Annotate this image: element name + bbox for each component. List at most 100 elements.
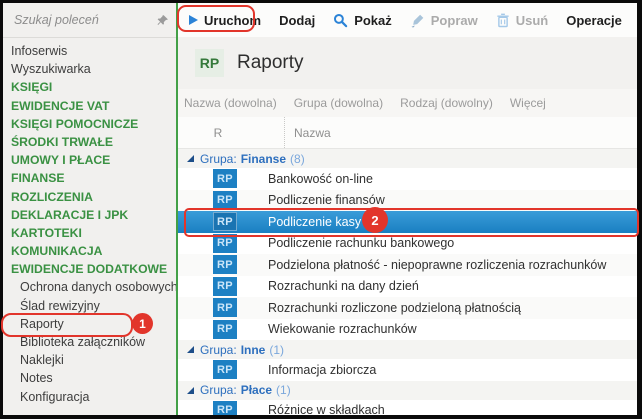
group-count: (1): [276, 383, 291, 397]
group-name: Płace: [240, 383, 273, 397]
report-list: Grupa: Finanse (8) RP Bankowość on-line …: [178, 149, 637, 415]
main-panel: Uruchom Dodaj Pokaż Popraw Usuń Operacje…: [178, 3, 637, 415]
brush-icon: [410, 13, 425, 28]
magnifier-icon: [333, 13, 348, 28]
report-row[interactable]: RP Podzielona płatność - niepoprawne roz…: [178, 254, 637, 276]
report-type-badge: RP: [213, 169, 237, 189]
sidebar-item-finanse[interactable]: FINANSE: [3, 169, 176, 187]
edit-button[interactable]: Popraw: [401, 7, 487, 33]
report-name: Bankowość on-line: [268, 171, 373, 186]
sidebar-item-raporty[interactable]: Raporty: [3, 315, 176, 333]
sidebar-item-ewidencje-vat[interactable]: EWIDENCJE VAT: [3, 97, 176, 115]
app-content: Infoserwis Wyszukiwarka KSIĘGI EWIDENCJE…: [3, 3, 637, 415]
add-button-label: Dodaj: [279, 12, 316, 28]
sidebar-item-naklejki[interactable]: Naklejki: [3, 351, 176, 369]
page-title: Raporty: [237, 52, 304, 73]
filter-type[interactable]: Rodzaj (dowolny): [400, 96, 493, 110]
module-badge: RP: [195, 49, 224, 77]
delete-button[interactable]: Usuń: [487, 7, 558, 33]
report-type-badge: RP: [213, 190, 237, 210]
report-row[interactable]: RP Wiekowanie rozrachunków: [178, 319, 637, 341]
pin-icon[interactable]: [156, 14, 169, 27]
report-row[interactable]: RP Podliczenie rachunku bankowego: [178, 233, 637, 255]
collapse-triangle-icon: [187, 155, 194, 162]
group-count: (1): [269, 342, 285, 357]
collapse-triangle-icon: [187, 346, 194, 353]
sidebar-item-wyszukiwarka[interactable]: Wyszukiwarka: [3, 60, 176, 78]
report-name: Podliczenie rachunku bankowego: [268, 236, 455, 251]
report-name: Rozrachunki rozliczone podzieloną płatno…: [268, 300, 521, 315]
sidebar-item-srodki-trwale[interactable]: ŚRODKI TRWAŁE: [3, 133, 176, 151]
group-name: Finanse: [240, 151, 287, 166]
sidebar-item-deklaracje-i-jpk[interactable]: DEKLARACJE I JPK: [3, 206, 176, 224]
report-name: Różnice w składkach: [268, 403, 385, 415]
sidebar-item-konfiguracja[interactable]: Konfiguracja: [3, 388, 176, 406]
sidebar-menu: Infoserwis Wyszukiwarka KSIĘGI EWIDENCJE…: [3, 38, 176, 415]
report-type-badge: RP: [213, 233, 237, 253]
show-button[interactable]: Pokaż: [324, 7, 401, 33]
group-row-inne[interactable]: Grupa: Inne (1): [178, 340, 637, 359]
sidebar-item-slad-rewizyjny[interactable]: Ślad rewizyjny: [3, 297, 176, 315]
sidebar-item-ksiegi-pomocnicze[interactable]: KSIĘGI POMOCNICZE: [3, 115, 176, 133]
sidebar-item-ksiegi[interactable]: KSIĘGI: [3, 78, 176, 96]
report-name: Podliczenie kasy: [268, 214, 362, 229]
operations-button-label: Operacje: [566, 12, 622, 28]
column-header-name[interactable]: Nazwa: [285, 126, 331, 140]
sidebar-item-ochrona-danych[interactable]: Ochrona danych osobowych: [3, 278, 176, 296]
sidebar-item-umowy-i-place[interactable]: UMOWY I PŁACE: [3, 151, 176, 169]
report-row[interactable]: RP Informacja zbiorcza: [178, 359, 637, 381]
sidebar-item-rozliczenia[interactable]: ROZLICZENIA: [3, 188, 176, 206]
play-icon: [189, 15, 198, 25]
report-row[interactable]: RP Różnice w składkach: [178, 400, 637, 415]
page-header: RP Raporty: [178, 37, 637, 89]
sidebar-item-kartoteki[interactable]: KARTOTEKI: [3, 224, 176, 242]
column-header-r[interactable]: R: [178, 117, 285, 148]
group-row-finanse[interactable]: Grupa: Finanse (8): [178, 149, 637, 168]
run-button[interactable]: Uruchom: [180, 7, 270, 33]
group-count: (8): [290, 151, 305, 166]
group-prefix: Grupa:: [200, 151, 237, 166]
report-type-badge: RP: [213, 298, 237, 318]
edit-button-label: Popraw: [430, 12, 478, 28]
group-row-place[interactable]: Grupa: Płace (1): [178, 380, 637, 400]
add-button[interactable]: Dodaj: [270, 7, 324, 33]
group-prefix: Grupa:: [200, 342, 237, 357]
report-type-badge: RP: [213, 360, 237, 380]
group-name: Inne: [240, 342, 266, 357]
report-name: Podliczenie finansów: [268, 193, 385, 208]
sidebar-item-komunikacja[interactable]: KOMUNIKACJA: [3, 242, 176, 260]
report-row-selected[interactable]: RP Podliczenie kasy: [178, 211, 637, 233]
report-type-badge: RP: [213, 276, 237, 296]
report-name: Informacja zbiorcza: [268, 362, 377, 377]
sidebar-item-ewidencje-dodatkowe[interactable]: EWIDENCJE DODATKOWE: [3, 260, 176, 278]
command-search-row: [3, 3, 176, 38]
show-button-label: Pokaż: [354, 12, 392, 28]
operations-button[interactable]: Operacje: [557, 7, 631, 33]
report-row[interactable]: RP Rozrachunki rozliczone podzieloną pła…: [178, 297, 637, 319]
report-type-badge: RP: [213, 319, 237, 339]
trash-icon: [496, 13, 510, 28]
report-name: Wiekowanie rozrachunków: [268, 322, 417, 337]
run-button-label: Uruchom: [204, 12, 262, 28]
favorites-button[interactable]: Ulubione: [631, 7, 637, 33]
report-type-badge: RP: [213, 400, 237, 415]
search-input[interactable]: [12, 12, 152, 28]
report-type-badge: RP: [213, 255, 237, 275]
sidebar-item-infoserwis[interactable]: Infoserwis: [3, 42, 176, 60]
delete-button-label: Usuń: [515, 12, 549, 28]
report-row[interactable]: RP Rozrachunki na dany dzień: [178, 276, 637, 298]
filter-more[interactable]: Więcej: [510, 96, 546, 110]
collapse-triangle-icon: [187, 386, 194, 394]
sidebar: Infoserwis Wyszukiwarka KSIĘGI EWIDENCJE…: [3, 3, 176, 415]
filter-group[interactable]: Grupa (dowolna): [294, 96, 383, 110]
toolbar: Uruchom Dodaj Pokaż Popraw Usuń Operacje: [178, 3, 637, 37]
group-prefix: Grupa:: [200, 383, 237, 397]
report-row[interactable]: RP Bankowość on-line: [178, 168, 637, 190]
report-type-badge: RP: [213, 212, 237, 232]
report-row[interactable]: RP Podliczenie finansów: [178, 189, 637, 211]
filter-name[interactable]: Nazwa (dowolna): [184, 96, 277, 110]
sidebar-item-biblioteka-zalacznikow[interactable]: Biblioteka załączników: [3, 333, 176, 351]
report-name: Podzielona płatność - niepoprawne rozlic…: [268, 257, 607, 272]
sidebar-item-notes[interactable]: Notes: [3, 369, 176, 387]
table-header: R Nazwa: [178, 117, 637, 149]
